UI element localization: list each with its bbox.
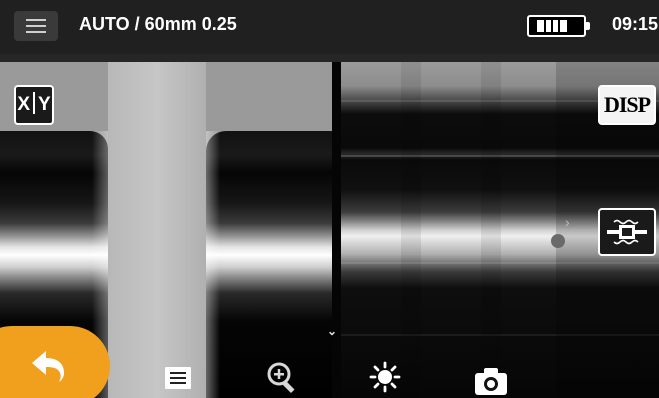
camera-icon[interactable]: [474, 367, 508, 395]
status-bar: AUTO / 60mm 0.25 09:15: [0, 0, 659, 54]
chevron-down-icon[interactable]: ⌄: [327, 324, 337, 338]
splice-mode-label: AUTO / 60mm 0.25: [79, 14, 237, 34]
fiber-splice-icon[interactable]: [598, 208, 656, 256]
fiber-gap: [108, 62, 206, 398]
view-divider: [332, 62, 341, 398]
chevron-right-icon: ›: [565, 214, 570, 230]
status-bar-underline: [0, 54, 659, 62]
fiber-end-marker: [551, 234, 565, 248]
menu-list-icon[interactable]: [164, 366, 192, 390]
back-arrow-icon: [32, 351, 64, 382]
battery-full-icon: [527, 15, 590, 37]
clock: 09:15: [612, 14, 659, 34]
xy-label-y: Y: [38, 94, 51, 115]
splicer-screen: AUTO / 60mm 0.25 09:15 › XY DISP ⌄: [0, 0, 659, 398]
back-button[interactable]: [0, 326, 110, 398]
display-mode-button[interactable]: DISP: [598, 85, 656, 125]
zoom-in-icon[interactable]: [266, 361, 300, 395]
xy-view-toggle-button[interactable]: XY: [14, 85, 54, 125]
xy-label-x: X: [17, 94, 30, 115]
brightness-icon[interactable]: [369, 361, 401, 393]
right-fiber-end: [206, 131, 332, 398]
hamburger-menu-icon[interactable]: [14, 11, 58, 41]
